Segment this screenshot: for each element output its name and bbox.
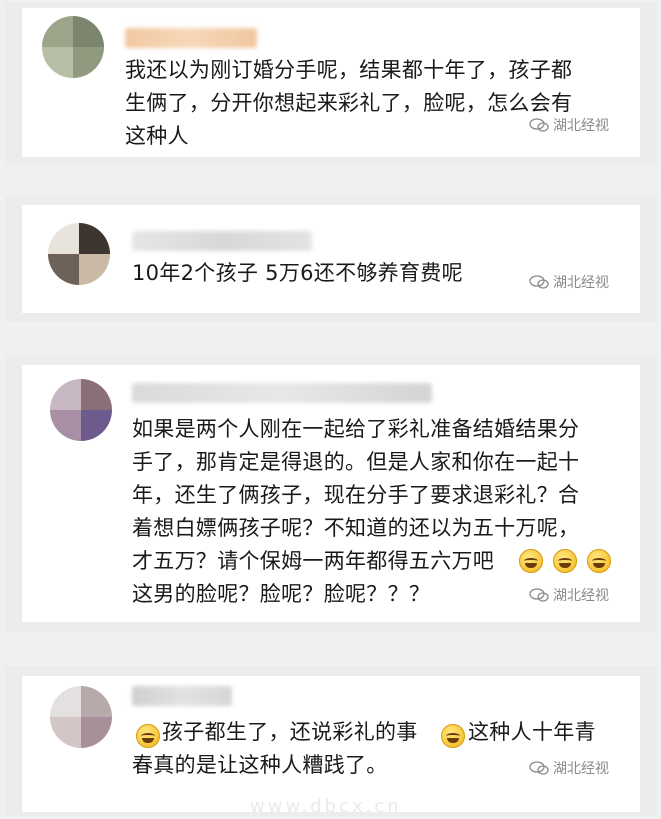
comment-card: 我还以为刚订婚分手呢，结果都十年了，孩子都 生俩了，分开你想起来彩礼了，脸呢，怎… <box>22 8 640 157</box>
grin-emoji-icon <box>553 549 577 573</box>
grin-emoji-icon <box>587 549 611 573</box>
comment-card: 孩子都生了，还说彩礼的事 这种人十年青 春真的是让这种人糟践了。 湖北经视 <box>22 676 640 812</box>
wechat-icon <box>529 761 549 775</box>
comment-card: 10年2个孩子 5万6还不够养育费呢 湖北经视 <box>22 205 640 313</box>
comment-card: 如果是两个人刚在一起给了彩礼准备结婚结果分 手了，那肯定是得退的。但是人家和你在… <box>22 365 640 622</box>
avatar[interactable] <box>50 686 112 748</box>
grin-emoji-icon <box>441 724 465 748</box>
grin-emoji-icon <box>136 724 160 748</box>
avatar[interactable] <box>50 379 112 441</box>
watermark: 湖北经视 <box>529 585 609 605</box>
watermark-text: 湖北经视 <box>553 761 609 777</box>
watermark: 湖北经视 <box>529 272 609 292</box>
site-watermark: www.dbcx.cn <box>250 796 402 817</box>
comment-text-part1: 孩子都生了，还说彩礼的事 <box>162 720 418 744</box>
watermark: 湖北经视 <box>529 758 609 778</box>
watermark-text: 湖北经视 <box>553 118 609 134</box>
watermark-text: 湖北经视 <box>553 275 609 291</box>
comment-text-part3: 春真的是让这种人糟践了。 <box>132 753 388 777</box>
username-blurred[interactable] <box>132 231 312 251</box>
comment-text: 我还以为刚订婚分手呢，结果都十年了，孩子都 生俩了，分开你想起来彩礼了，脸呢，怎… <box>125 58 573 148</box>
username-blurred[interactable] <box>132 383 432 403</box>
comment-text-part2: 这种人十年青 <box>468 720 596 744</box>
avatar[interactable] <box>42 16 104 78</box>
watermark: 湖北经视 <box>529 115 609 135</box>
grin-emoji-icon <box>519 549 543 573</box>
wechat-icon <box>529 588 549 602</box>
wechat-icon <box>529 275 549 289</box>
comment-screenshot: { "watermark": "湖北经视", "bottom_watermark… <box>0 0 661 819</box>
username-blurred[interactable] <box>125 28 257 48</box>
username-blurred[interactable] <box>132 686 232 706</box>
watermark-text: 湖北经视 <box>553 588 609 604</box>
comment-text-tail: 这男的脸呢？脸呢？脸呢？？？ <box>132 582 431 606</box>
avatar[interactable] <box>48 223 110 285</box>
wechat-icon <box>529 118 549 132</box>
